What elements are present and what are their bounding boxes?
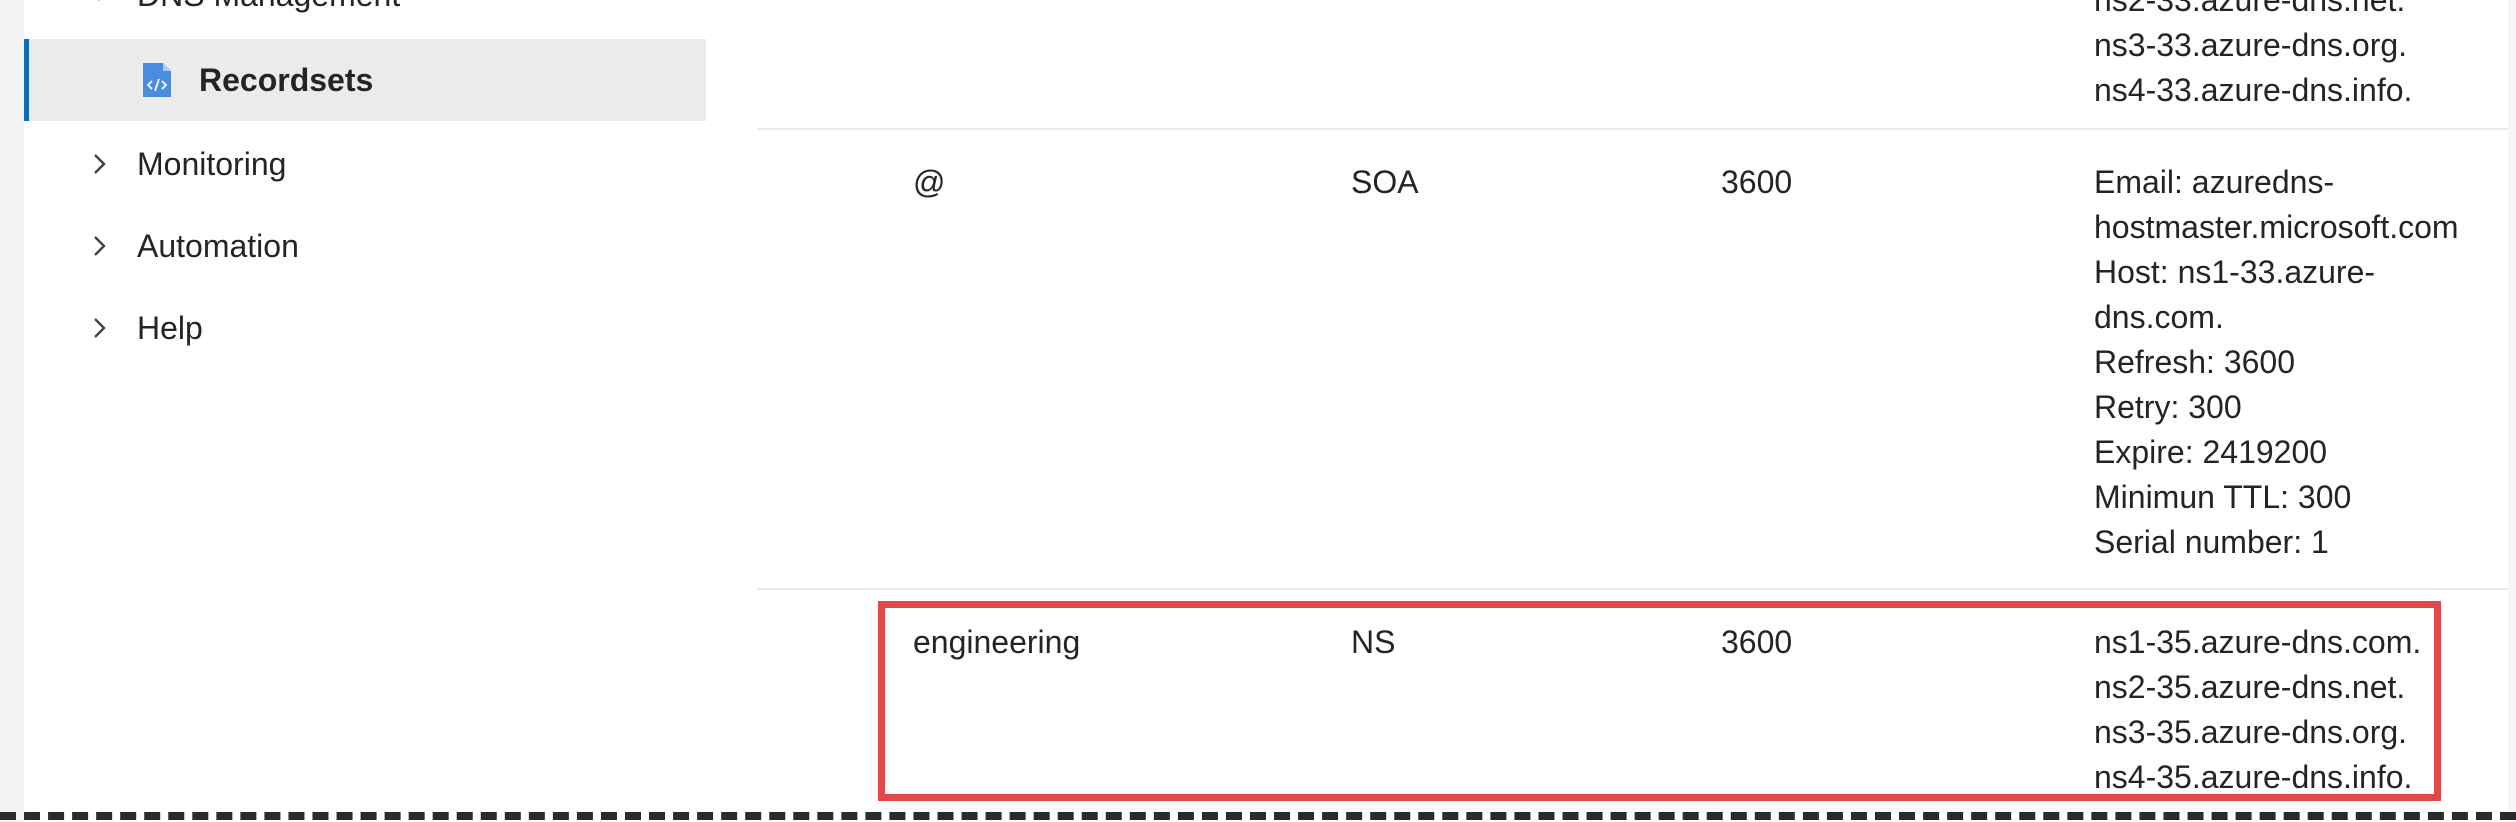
sidebar-item-label: Monitoring	[137, 145, 287, 182]
chevron-down-icon	[82, 0, 116, 12]
sidebar-group-dns-management[interactable]: DNS Management	[24, 0, 706, 36]
sidebar-item-label: Recordsets	[199, 61, 374, 98]
sidebar-item-label: Automation	[137, 227, 299, 264]
chevron-right-icon	[82, 311, 116, 345]
sidebar-item-monitoring[interactable]: Monitoring	[24, 123, 706, 205]
sidebar-item-automation[interactable]: Automation	[24, 205, 706, 287]
chevron-right-icon	[82, 147, 116, 181]
row-divider	[757, 588, 2516, 590]
scrollbar-track[interactable]	[2508, 0, 2516, 822]
table-cell-name: @	[913, 164, 946, 200]
sidebar-item-label: Help	[137, 309, 203, 346]
table-cell-ttl: 3600	[1721, 164, 1793, 200]
sidebar-nav: DNS Management Recordsets Monitoring	[24, 0, 706, 822]
recordset-icon	[141, 61, 173, 99]
page: DNS Management Recordsets Monitoring	[0, 0, 2516, 822]
highlight-box	[878, 601, 2441, 801]
table-cell-value: Email: azuredns- hostmaster.microsoft.co…	[2094, 164, 2459, 560]
sidebar-group-label: DNS Management	[137, 0, 400, 14]
sidebar-item-recordsets[interactable]: Recordsets	[24, 39, 706, 121]
table-cell-type: SOA	[1351, 164, 1419, 200]
row-divider	[757, 128, 2516, 130]
table-cell-value: ns2-33.azure-dns.net. ns3-33.azure-dns.o…	[2094, 0, 2413, 108]
left-strip	[0, 0, 24, 822]
cut-line-divider	[0, 812, 2516, 820]
sidebar-item-help[interactable]: Help	[24, 287, 706, 369]
chevron-right-icon	[82, 229, 116, 263]
